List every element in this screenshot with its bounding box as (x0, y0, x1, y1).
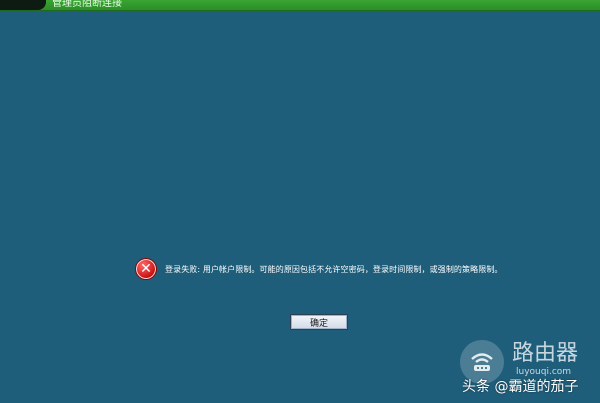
watermark-author: 头条 @霸道的茄子 (462, 379, 579, 395)
error-message-row: ✕ 登录失败: 用户帐户限制。可能的原因包括不允许空密码，登录时间限制，或强制的… (135, 258, 503, 280)
ok-button[interactable]: 确定 (290, 314, 348, 330)
watermark-title: 路由器 (512, 341, 579, 366)
watermark: 路由器 luyouqi.com 头条 @霸道的茄子 (460, 340, 600, 403)
error-message: 登录失败: 用户帐户限制。可能的原因包括不允许空密码，登录时间限制，或强制的策略… (165, 264, 503, 274)
redacted-region (0, 0, 46, 10)
title-bar: 管理员阻断连接 (0, 0, 600, 11)
window-title: 管理员阻断连接 (52, 0, 122, 9)
error-x-icon: ✕ (135, 258, 157, 280)
